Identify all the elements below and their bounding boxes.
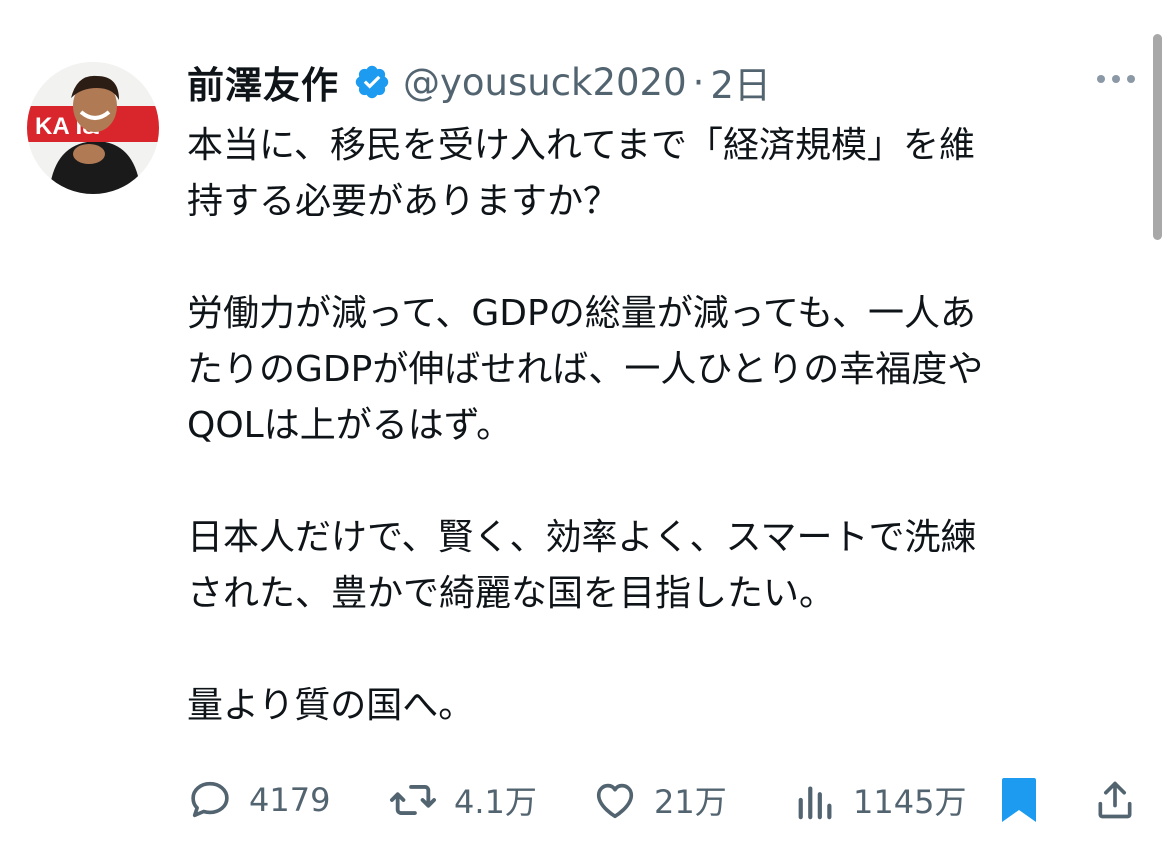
tweet-paragraph: 本当に、移民を受け入れてまで「経済規模」を維 持する必要がありますか？ — [187, 125, 976, 222]
reply-count: 4179 — [249, 781, 331, 819]
display-name[interactable]: 前澤友作 — [187, 55, 339, 109]
share-icon — [1093, 777, 1137, 823]
tweet-paragraph: 労働力が減って、GDPの総量が減っても、一人あ たりのGDPが伸ばせれば、一人ひ… — [187, 293, 984, 446]
views-count: 1145万 — [853, 783, 967, 821]
user-handle[interactable]: @yousuck2020 — [403, 61, 687, 104]
retweet-icon — [388, 777, 438, 823]
reply-icon — [187, 777, 233, 823]
tweet-text: 本当に、移民を受け入れてまで「経済規模」を維 持する必要がありますか？ 労働力が… — [187, 118, 1137, 734]
heart-icon — [592, 777, 638, 823]
retweet-button[interactable]: 4.1万 — [388, 770, 537, 830]
tweet-paragraph: 量より質の国へ。 — [187, 685, 475, 726]
share-button[interactable] — [1093, 770, 1137, 830]
like-button[interactable]: 21万 — [592, 770, 727, 830]
views-icon — [795, 777, 837, 823]
action-bar: 4179 4.1万 21万 1145万 — [0, 770, 1170, 830]
like-count: 21万 — [654, 783, 727, 821]
verified-badge-icon — [353, 63, 391, 101]
more-options-icon[interactable] — [1095, 70, 1137, 88]
retweet-count: 4.1万 — [454, 783, 537, 821]
views-button[interactable]: 1145万 — [795, 770, 966, 830]
avatar[interactable]: KA I& — [27, 62, 159, 194]
avatar-image: KA I& — [27, 62, 159, 194]
bookmark-icon — [1000, 776, 1038, 824]
reply-button[interactable]: 4179 — [187, 770, 330, 830]
scrollbar[interactable] — [1153, 34, 1162, 240]
bookmark-button[interactable] — [1000, 770, 1038, 830]
separator-dot: · — [692, 60, 705, 104]
tweet-paragraph: 日本人だけで、賢く、効率よく、スマートで洗練 された、豊かで綺麗な国を目指したい… — [187, 517, 977, 614]
tweet: KA I& 前澤友作 @yousuck2020 · 2日 本当に、移民を受け入れ… — [0, 0, 1170, 848]
tweet-header: 前澤友作 @yousuck2020 · 2日 — [187, 52, 771, 112]
timestamp[interactable]: 2日 — [710, 55, 771, 109]
